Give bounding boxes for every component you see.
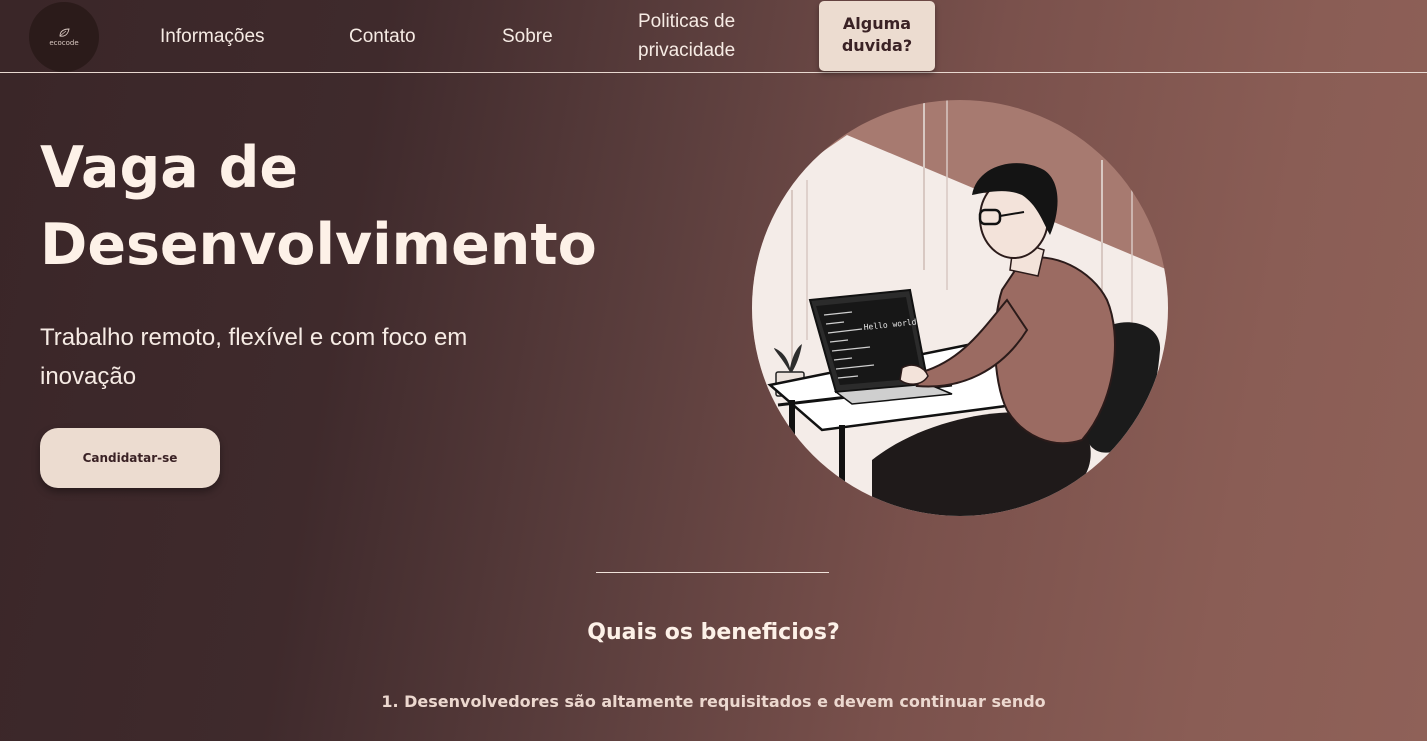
- questions-button[interactable]: Alguma duvida?: [819, 1, 935, 71]
- nav-link-privacidade[interactable]: Politicas de privacidade: [638, 7, 758, 65]
- benefits-title: Quais os beneficios?: [587, 620, 840, 645]
- top-navbar: ecocode Informações Contato Sobre Politi…: [0, 0, 1427, 73]
- apply-button[interactable]: Candidatar-se: [40, 428, 220, 488]
- nav-link-contato[interactable]: Contato: [349, 22, 416, 51]
- nav-link-sobre[interactable]: Sobre: [502, 22, 553, 51]
- leaf-icon: [59, 28, 70, 37]
- hero-subtitle: Trabalho remoto, flexível e com foco em …: [40, 324, 468, 390]
- logo-text: ecocode: [49, 38, 79, 47]
- hero-title: Vaga de Desenvolvimento: [40, 135, 597, 278]
- section-divider: [596, 572, 829, 573]
- logo[interactable]: ecocode: [29, 2, 99, 72]
- developer-illustration: Hello world: [752, 100, 1168, 516]
- nav-link-informacoes[interactable]: Informações: [160, 22, 265, 51]
- benefit-item: 1. Desenvolvedores são altamente requisi…: [381, 692, 1046, 711]
